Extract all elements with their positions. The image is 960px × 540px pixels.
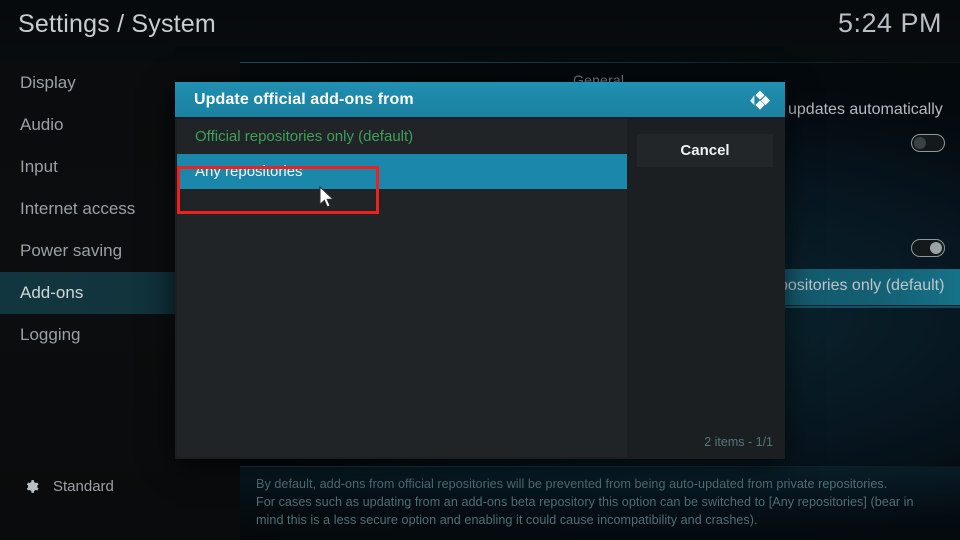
dialog-option-official-repositories-only[interactable]: Official repositories only (default) [177, 119, 627, 154]
setting-value-label: positories only (default) [779, 277, 945, 294]
updates-automatically-toggle[interactable] [911, 134, 945, 152]
clock: 5:24 PM [837, 8, 942, 38]
sidebar-item-label: Audio [20, 115, 64, 134]
toggle-knob [914, 137, 926, 149]
dialog-items-count: 2 items - 1/1 [704, 435, 773, 449]
sidebar-item-audio[interactable]: Audio [0, 104, 178, 146]
dialog-title: Update official add-ons from [194, 90, 414, 108]
sidebar-item-internet-access[interactable]: Internet access [0, 188, 178, 230]
settings-level-selector[interactable]: Standard [0, 477, 178, 496]
dialog-option-label: Any repositories [195, 163, 303, 180]
description-line-1: By default, add-ons from official reposi… [256, 477, 888, 491]
setting-row-underline [773, 306, 960, 308]
gear-icon [22, 477, 41, 496]
dialog-option-any-repositories[interactable]: Any repositories [177, 154, 627, 189]
unknown-sources-toggle[interactable] [911, 239, 945, 257]
dialog-option-list: Official repositories only (default) Any… [177, 119, 627, 457]
dialog-header: Update official add-ons from [175, 82, 785, 117]
sidebar-item-label: Add-ons [20, 283, 84, 302]
setting-label-updates-automatically: l updates automatically [780, 101, 943, 118]
page-title: Settings / System [18, 10, 216, 38]
sidebar-item-logging[interactable]: Logging [0, 314, 178, 356]
update-official-addons-dialog: Update official add-ons from Official re… [175, 82, 785, 459]
sidebar-item-input[interactable]: Input [0, 146, 178, 188]
cancel-button-label: Cancel [680, 142, 730, 159]
sidebar: Display Audio Input Internet access Powe… [0, 62, 178, 356]
kodi-logo [748, 88, 772, 112]
sidebar-item-power-saving[interactable]: Power saving [0, 230, 178, 272]
sidebar-item-label: Internet access [20, 199, 136, 218]
description-line-3: mind this is a less secure option and en… [256, 513, 758, 527]
dialog-option-label: Official repositories only (default) [195, 128, 414, 145]
sidebar-item-display[interactable]: Display [0, 62, 178, 104]
sidebar-item-label: Power saving [20, 241, 123, 260]
description-line-2: For cases such as updating from an add-o… [256, 495, 914, 509]
sidebar-item-add-ons[interactable]: Add-ons [0, 272, 178, 314]
setting-row-update-official-addons-from[interactable]: positories only (default) [773, 269, 960, 305]
kodi-settings-screen: Settings / System 5:24 PM Display Audio … [0, 0, 960, 540]
sidebar-item-label: Logging [20, 325, 81, 344]
dialog-side-pane: Cancel 2 items - 1/1 [627, 119, 783, 457]
mouse-cursor [318, 185, 336, 210]
cancel-button[interactable]: Cancel [637, 134, 773, 167]
settings-level-label: Standard [53, 478, 114, 495]
sidebar-item-label: Display [20, 73, 76, 92]
sidebar-item-label: Input [20, 157, 58, 176]
toggle-knob [930, 242, 942, 254]
dialog-body: Official repositories only (default) Any… [175, 117, 785, 459]
setting-description: By default, add-ons from official reposi… [256, 475, 946, 529]
